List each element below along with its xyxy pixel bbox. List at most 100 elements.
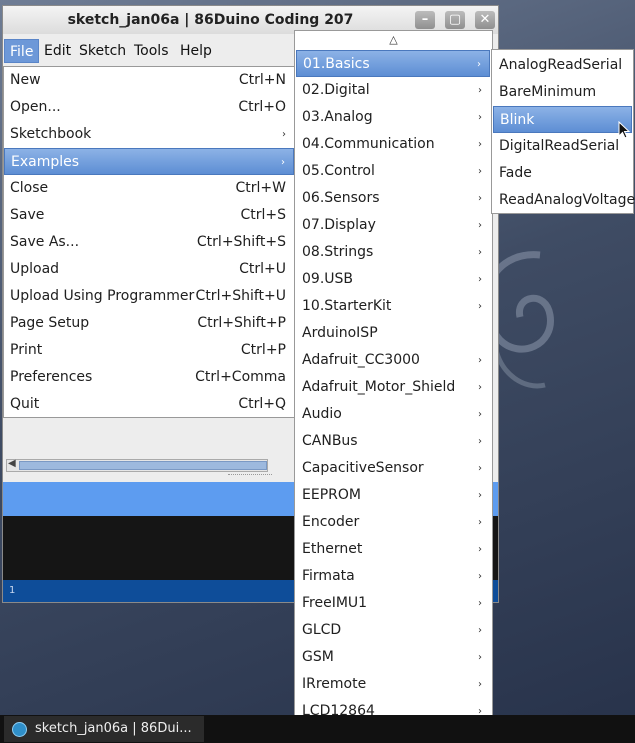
examples-item-03-analog[interactable]: 03.Analog › <box>296 104 490 131</box>
shortcut-label: Ctrl+O <box>238 99 286 115</box>
app-icon <box>12 722 27 737</box>
examples-item-02-digital[interactable]: 02.Digital › <box>296 77 490 104</box>
menu-item-label: Audio <box>302 406 342 422</box>
chevron-right-icon: › <box>478 139 482 150</box>
examples-item-04-communication[interactable]: 04.Communication › <box>296 131 490 158</box>
menu-item-quit[interactable]: Quit Ctrl+Q <box>4 391 294 418</box>
examples-item-encoder[interactable]: Encoder › <box>296 509 490 536</box>
menu-item-label: GLCD <box>302 622 342 638</box>
examples-item-freeimu1[interactable]: FreeIMU1 › <box>296 590 490 617</box>
shortcut-label: Ctrl+Shift+S <box>196 234 286 250</box>
menu-item-preferences[interactable]: Preferences Ctrl+Comma <box>4 364 294 391</box>
taskbar-window-button[interactable]: sketch_jan06a | 86Dui... <box>4 716 204 742</box>
scrollbar-thumb[interactable] <box>19 461 267 470</box>
menu-item-close[interactable]: Close Ctrl+W <box>4 175 294 202</box>
menu-item-label: Encoder <box>302 514 360 530</box>
chevron-right-icon: › <box>478 679 482 690</box>
menu-item-upload-programmer[interactable]: Upload Using Programmer Ctrl+Shift+U <box>4 283 294 310</box>
examples-item-capacitivesensor[interactable]: CapacitiveSensor › <box>296 455 490 482</box>
horizontal-scrollbar[interactable]: ◀ <box>6 458 268 472</box>
menu-item-label: Sketchbook <box>10 126 92 142</box>
examples-item-10-starterkit[interactable]: 10.StarterKit › <box>296 293 490 320</box>
menu-item-save[interactable]: Save Ctrl+S <box>4 202 294 229</box>
examples-item-adafruit-motor-shield[interactable]: Adafruit_Motor_Shield › <box>296 374 490 401</box>
examples-item-gsm[interactable]: GSM › <box>296 644 490 671</box>
examples-item-firmata[interactable]: Firmata › <box>296 563 490 590</box>
examples-item-arduinoisp[interactable]: ArduinoISP <box>296 320 490 347</box>
taskbar-label: sketch_jan06a | 86Dui... <box>35 721 192 736</box>
examples-item-eeprom[interactable]: EEPROM › <box>296 482 490 509</box>
menu-item-label: Preferences <box>10 369 93 385</box>
menu-item-label: Firmata <box>302 568 355 584</box>
examples-item-09-usb[interactable]: 09.USB › <box>296 266 490 293</box>
menu-item-sketchbook[interactable]: Sketchbook › <box>4 121 294 148</box>
examples-item-irremote[interactable]: IRremote › <box>296 671 490 698</box>
menu-item-upload[interactable]: Upload Ctrl+U <box>4 256 294 283</box>
menu-item-label: 02.Digital <box>302 82 370 98</box>
menu-item-label: DigitalReadSerial <box>499 138 620 154</box>
line-number: 1 <box>9 585 16 596</box>
basics-item-digitalreadserial[interactable]: DigitalReadSerial <box>493 133 632 160</box>
menu-help[interactable]: Help <box>175 39 217 63</box>
menu-item-label: Fade <box>499 165 532 181</box>
menu-item-examples[interactable]: Examples › <box>4 148 294 175</box>
menu-item-label: Adafruit_Motor_Shield <box>302 379 456 395</box>
menu-edit[interactable]: Edit <box>39 39 76 63</box>
basics-item-analogreadserial[interactable]: AnalogReadSerial <box>493 52 632 79</box>
shortcut-label: Ctrl+Comma <box>195 369 286 385</box>
examples-item-07-display[interactable]: 07.Display › <box>296 212 490 239</box>
splitter-grip[interactable] <box>228 474 272 478</box>
menu-item-label: Open... <box>10 99 61 115</box>
basics-menu: AnalogReadSerial BareMinimum Blink DigitalR… <box>491 49 635 214</box>
chevron-right-icon: › <box>478 382 482 393</box>
menu-item-label: EEPROM <box>302 487 361 503</box>
menu-item-label: Save <box>10 207 45 223</box>
examples-item-glcd[interactable]: GLCD › <box>296 617 490 644</box>
menu-item-label: 04.Communication <box>302 136 435 152</box>
examples-item-01-basics[interactable]: 01.Basics › <box>296 50 490 77</box>
menu-item-label: 01.Basics <box>303 56 370 72</box>
basics-item-readanalogvoltage[interactable]: ReadAnalogVoltage <box>493 187 635 214</box>
chevron-right-icon: › <box>478 193 482 204</box>
shortcut-label: Ctrl+S <box>240 207 286 223</box>
menu-tools[interactable]: Tools <box>129 39 174 63</box>
chevron-right-icon: › <box>478 625 482 636</box>
chevron-right-icon: › <box>478 490 482 501</box>
menu-item-new[interactable]: New Ctrl+N <box>4 67 294 94</box>
menu-item-label: IRremote <box>302 676 367 692</box>
menu-item-label: Save As... <box>10 234 80 250</box>
shortcut-label: Ctrl+Q <box>238 396 286 412</box>
examples-item-ethernet[interactable]: Ethernet › <box>296 536 490 563</box>
scroll-left-icon[interactable]: ◀ <box>8 458 16 469</box>
scroll-up-icon[interactable]: △ <box>295 31 492 49</box>
chevron-right-icon: › <box>478 166 482 177</box>
menu-item-open[interactable]: Open... Ctrl+O <box>4 94 294 121</box>
menu-item-page-setup[interactable]: Page Setup Ctrl+Shift+P <box>4 310 294 337</box>
menu-sketch[interactable]: Sketch <box>74 39 131 63</box>
chevron-right-icon: › <box>478 463 482 474</box>
maximize-button[interactable]: ▢ <box>445 11 465 29</box>
examples-item-08-strings[interactable]: 08.Strings › <box>296 239 490 266</box>
examples-item-06-sensors[interactable]: 06.Sensors › <box>296 185 490 212</box>
close-button[interactable]: ✕ <box>475 11 495 29</box>
menu-item-print[interactable]: Print Ctrl+P <box>4 337 294 364</box>
menu-item-label: Ethernet <box>302 541 363 557</box>
chevron-right-icon: › <box>478 409 482 420</box>
examples-item-adafruit-cc3000[interactable]: Adafruit_CC3000 › <box>296 347 490 374</box>
menu-item-label: CANBus <box>302 433 358 449</box>
chevron-right-icon: › <box>478 571 482 582</box>
examples-item-canbus[interactable]: CANBus › <box>296 428 490 455</box>
menu-item-label: ArduinoISP <box>302 325 378 341</box>
window-title: sketch_jan06a | 86Duino Coding 207 <box>67 12 354 28</box>
menu-file[interactable]: File <box>4 39 40 63</box>
basics-item-blink[interactable]: Blink <box>493 106 632 133</box>
menu-item-label: Blink <box>500 112 535 128</box>
examples-item-audio[interactable]: Audio › <box>296 401 490 428</box>
shortcut-label: Ctrl+Shift+P <box>197 315 286 331</box>
menu-item-save-as[interactable]: Save As... Ctrl+Shift+S <box>4 229 294 256</box>
basics-item-fade[interactable]: Fade <box>493 160 632 187</box>
chevron-right-icon: › <box>478 355 482 366</box>
examples-item-05-control[interactable]: 05.Control › <box>296 158 490 185</box>
basics-item-bareminimum[interactable]: BareMinimum <box>493 79 632 106</box>
minimize-button[interactable]: – <box>415 11 435 29</box>
